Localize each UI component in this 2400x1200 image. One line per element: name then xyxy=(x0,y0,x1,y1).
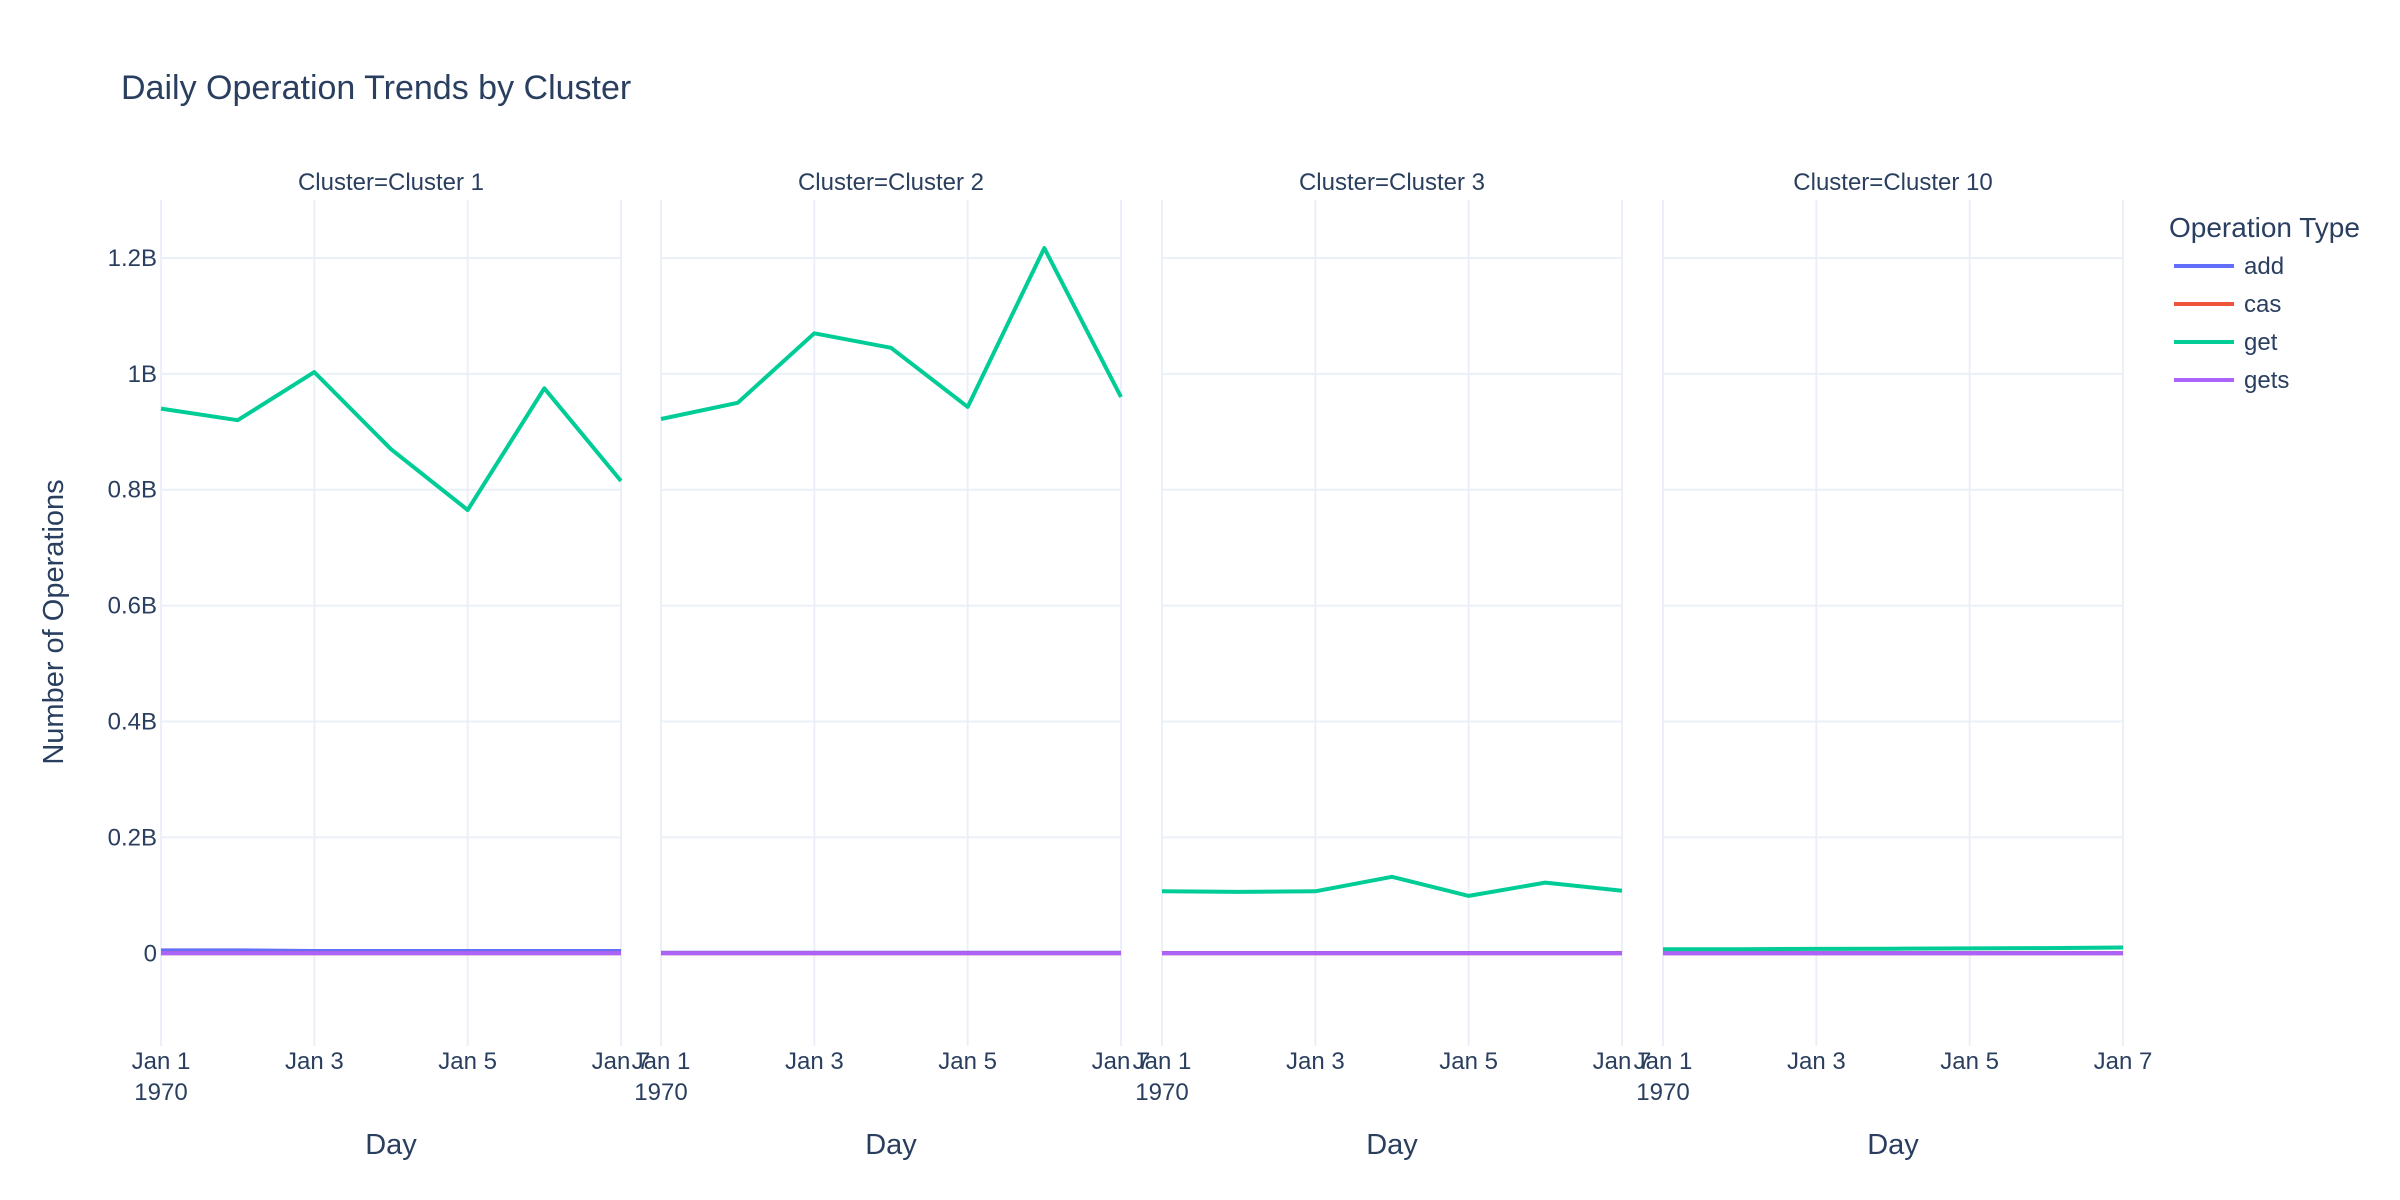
x-tick-sublabel: 1970 xyxy=(134,1079,187,1106)
panel-title: Cluster=Cluster 10 xyxy=(1793,169,1992,196)
x-tick-label: Jan 3 xyxy=(285,1048,344,1075)
panel-title: Cluster=Cluster 1 xyxy=(298,169,484,196)
x-tick-label: Jan 3 xyxy=(785,1048,844,1075)
x-tick-sublabel: 1970 xyxy=(634,1079,687,1106)
x-axis-title: Day xyxy=(1867,1129,1919,1161)
x-tick-sublabel: 1970 xyxy=(1636,1079,1689,1106)
y-axis-title: Number of Operations xyxy=(38,479,70,764)
x-tick-label: Jan 7 xyxy=(2094,1048,2153,1075)
x-tick-label: Jan 3 xyxy=(1286,1048,1345,1075)
y-tick-label: 0.4B xyxy=(108,709,157,736)
legend-label: gets xyxy=(2244,367,2289,394)
x-tick-label: Jan 1 xyxy=(1133,1048,1192,1075)
legend-label: cas xyxy=(2244,291,2281,318)
x-tick-label: Jan 5 xyxy=(1940,1048,1999,1075)
y-tick-label: 0.2B xyxy=(108,824,157,851)
x-tick-label: Jan 1 xyxy=(632,1048,691,1075)
legend-label: add xyxy=(2244,253,2284,280)
panel-title: Cluster=Cluster 2 xyxy=(798,169,984,196)
x-tick-label: Jan 5 xyxy=(1439,1048,1498,1075)
x-axis-title: Day xyxy=(1366,1129,1418,1161)
legend-title: Operation Type xyxy=(2169,212,2360,243)
chart-canvas: Daily Operation Trends by Cluster Number… xyxy=(0,0,2400,1200)
x-axis-title: Day xyxy=(865,1129,917,1161)
x-tick-label: Jan 1 xyxy=(1634,1048,1693,1075)
series-line-get[interactable] xyxy=(1663,945,2124,952)
x-tick-label: Jan 3 xyxy=(1787,1048,1846,1075)
x-tick-sublabel: 1970 xyxy=(1135,1079,1188,1106)
chart-title: Daily Operation Trends by Cluster xyxy=(121,69,631,107)
series-line-add[interactable] xyxy=(161,948,621,953)
y-tick-label: 0 xyxy=(144,940,157,967)
legend-label: get xyxy=(2244,329,2278,356)
y-tick-label: 1B xyxy=(128,361,157,388)
y-tick-label: 0.8B xyxy=(108,477,157,504)
x-tick-label: Jan 5 xyxy=(438,1048,497,1075)
y-tick-label: 0.6B xyxy=(108,593,157,620)
x-axis-title: Day xyxy=(365,1129,417,1161)
x-tick-label: Jan 5 xyxy=(938,1048,997,1075)
x-tick-label: Jan 1 xyxy=(132,1048,191,1075)
panel-title: Cluster=Cluster 3 xyxy=(1299,169,1485,196)
y-tick-label: 1.2B xyxy=(108,245,157,272)
